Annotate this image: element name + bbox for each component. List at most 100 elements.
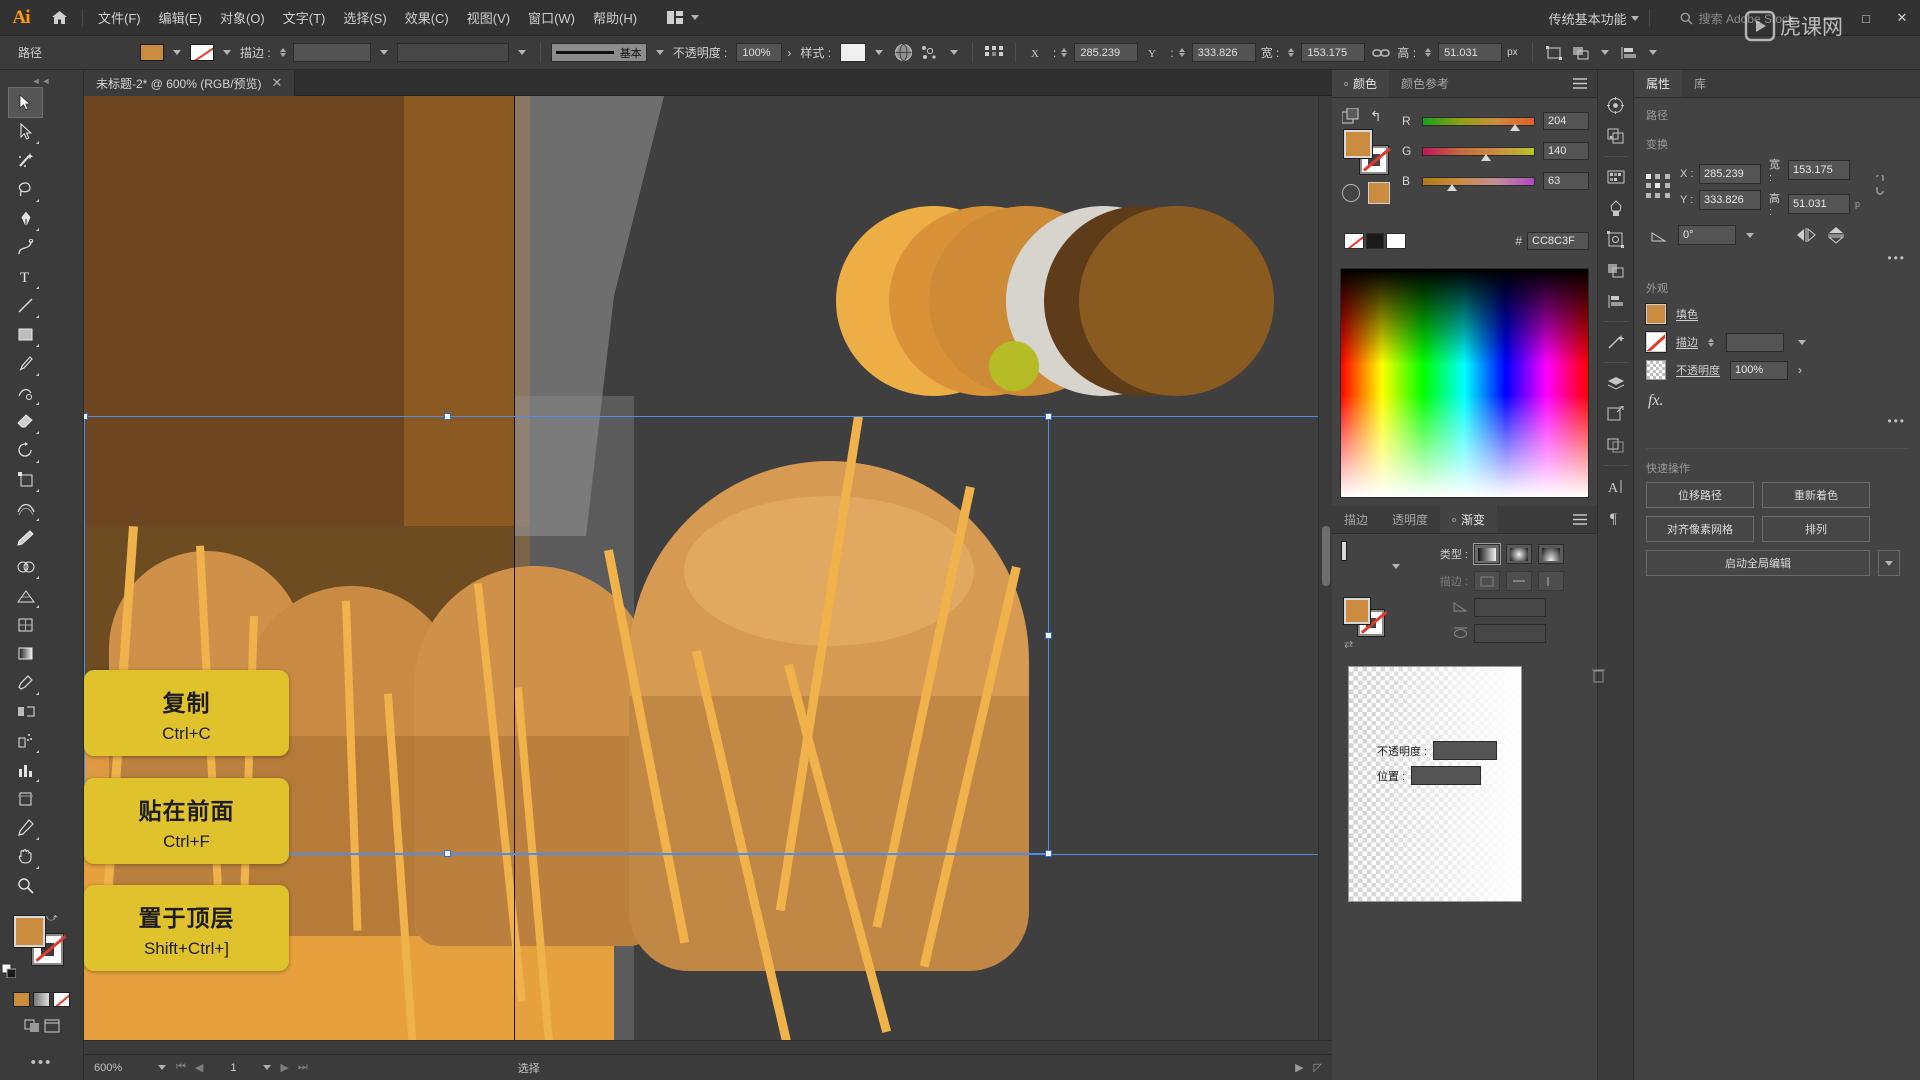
- selection-tool[interactable]: [8, 87, 43, 118]
- canvas-area[interactable]: 复制 Ctrl+C 贴在前面 Ctrl+F 置于顶层 Shift+Ctrl+]: [84, 96, 1332, 1040]
- drawing-mode-icon[interactable]: [24, 1019, 40, 1036]
- arrange-button[interactable]: 排列: [1762, 516, 1870, 542]
- opacity-preview-swatch[interactable]: [1646, 360, 1666, 380]
- delete-gradient-stop-icon[interactable]: [1592, 668, 1605, 686]
- tab-color-guide[interactable]: 颜色参考: [1389, 70, 1461, 97]
- scrollbar-thumb[interactable]: [1322, 526, 1330, 586]
- gradient-aspect-input[interactable]: [1474, 624, 1546, 643]
- slider-thumb[interactable]: [1480, 153, 1491, 161]
- paintbrush-tool[interactable]: [9, 349, 42, 378]
- channel-input-g[interactable]: 140: [1543, 142, 1589, 160]
- first-page-icon[interactable]: ⏮: [176, 1061, 186, 1074]
- graphic-style-swatch[interactable]: [840, 43, 867, 62]
- blend-tool[interactable]: [9, 697, 42, 726]
- menu-window[interactable]: 窗口(W): [519, 4, 584, 31]
- stroke-weight-stepper[interactable]: [279, 48, 286, 57]
- transparency-panel-icon[interactable]: [1601, 255, 1631, 285]
- slider-track-r[interactable]: [1422, 116, 1535, 131]
- workspace-switcher[interactable]: 传统基本功能: [1549, 9, 1627, 28]
- opacity-flyout-icon[interactable]: ›: [787, 46, 791, 60]
- minimize-button[interactable]: —: [1812, 0, 1848, 36]
- close-icon[interactable]: ✕: [272, 75, 283, 91]
- select-similar-icon[interactable]: [919, 42, 941, 64]
- slider-track-b[interactable]: [1422, 176, 1535, 191]
- width-input[interactable]: 153.175: [1301, 43, 1366, 62]
- radial-gradient-button[interactable]: [1506, 544, 1532, 564]
- flip-horizontal-icon[interactable]: [1794, 225, 1818, 245]
- stroke-gradient-along-button[interactable]: [1506, 571, 1532, 591]
- effects-button[interactable]: fx.: [1634, 384, 1920, 412]
- offset-path-button[interactable]: 位移路径: [1646, 482, 1754, 508]
- opacity-flyout-icon[interactable]: ›: [1798, 363, 1802, 377]
- flip-vertical-icon[interactable]: [1824, 225, 1848, 245]
- symbol-sprayer-tool[interactable]: [9, 726, 42, 755]
- height-input[interactable]: 51.031: [1788, 194, 1850, 214]
- zoom-level[interactable]: 600%: [94, 1062, 148, 1074]
- transform-panel-icon[interactable]: [1601, 327, 1631, 357]
- document-tab[interactable]: 未标题-2* @ 600% (RGB/预览) ✕: [84, 70, 296, 96]
- link-ratio-icon[interactable]: [1370, 42, 1392, 64]
- last-color-swatch[interactable]: [1368, 182, 1390, 204]
- slice-tool[interactable]: [9, 813, 42, 842]
- appearance-more-options[interactable]: •••: [1634, 412, 1920, 434]
- black-swatch[interactable]: [1366, 233, 1384, 249]
- x-input[interactable]: 285.239: [1699, 164, 1761, 184]
- asset-export-panel-icon[interactable]: [1601, 399, 1631, 429]
- height-stepper[interactable]: [1425, 48, 1432, 57]
- align-panel-icon[interactable]: [1601, 286, 1631, 316]
- status-next-icon[interactable]: ▶: [1295, 1061, 1303, 1074]
- freeform-gradient-button[interactable]: [1538, 544, 1564, 564]
- magic-wand-tool[interactable]: [9, 146, 42, 175]
- appearance-stroke-swatch[interactable]: [1645, 331, 1667, 353]
- y-input[interactable]: 333.826: [1191, 43, 1256, 62]
- next-page-icon[interactable]: ▶: [280, 1061, 288, 1074]
- fill-label[interactable]: 填色: [1676, 306, 1698, 322]
- zoom-tool[interactable]: [9, 871, 42, 900]
- opacity-input[interactable]: 100%: [1730, 360, 1788, 380]
- rotate-tool[interactable]: [9, 436, 42, 465]
- channel-input-b[interactable]: 63: [1543, 172, 1589, 190]
- toolbar-grip[interactable]: ◄◄: [0, 74, 83, 88]
- document-setup-icon[interactable]: [892, 42, 914, 64]
- white-swatch[interactable]: [1386, 233, 1406, 249]
- current-tool-label[interactable]: 选择: [518, 1060, 540, 1076]
- curvature-tool[interactable]: [9, 233, 42, 262]
- menu-type[interactable]: 文字(T): [274, 4, 335, 31]
- gradient-location-input[interactable]: [1411, 766, 1482, 785]
- toolbar-more-icon[interactable]: •••: [0, 1054, 83, 1071]
- chevron-down-icon[interactable]: [173, 50, 182, 55]
- status-resize-icon[interactable]: ◸: [1314, 1061, 1322, 1074]
- last-page-icon[interactable]: ⏭: [298, 1061, 308, 1074]
- symbols-panel-icon[interactable]: [1601, 224, 1631, 254]
- type-tool[interactable]: T: [9, 262, 42, 291]
- gradient-tool[interactable]: [9, 639, 42, 668]
- toolbar-fill-swatch[interactable]: [13, 915, 46, 948]
- eraser-tool[interactable]: [9, 407, 42, 436]
- none-fill-button[interactable]: [53, 992, 70, 1007]
- start-global-edit-button[interactable]: 启动全局编辑: [1646, 550, 1870, 576]
- chevron-down-icon[interactable]: [1798, 339, 1806, 345]
- height-input[interactable]: 51.031: [1438, 43, 1503, 62]
- chevron-down-icon[interactable]: [1746, 232, 1754, 238]
- slider-track-g[interactable]: [1422, 146, 1535, 161]
- chevron-down-icon[interactable]: [875, 50, 884, 55]
- tab-properties[interactable]: 属性: [1634, 70, 1683, 97]
- chevron-down-icon[interactable]: [263, 1065, 272, 1070]
- color-themes-panel-icon[interactable]: [1601, 121, 1631, 151]
- chevron-down-icon[interactable]: [1648, 50, 1657, 55]
- width-input[interactable]: 153.175: [1788, 160, 1850, 180]
- pen-tool[interactable]: [9, 204, 42, 233]
- swap-fill-stroke-icon[interactable]: ↰: [1370, 108, 1382, 125]
- swatches-panel-icon[interactable]: [1601, 162, 1631, 192]
- align-objects-icon[interactable]: [1618, 42, 1640, 64]
- lasso-tool[interactable]: [9, 175, 42, 204]
- stock-search-input[interactable]: 搜索 Adobe Stock: [1672, 7, 1802, 30]
- screen-mode-icon[interactable]: [44, 1019, 60, 1036]
- channel-input-r[interactable]: 204: [1543, 112, 1589, 130]
- stroke-weight-input[interactable]: [1726, 332, 1784, 352]
- chevron-down-icon[interactable]: [1630, 15, 1639, 21]
- hand-tool[interactable]: [9, 842, 42, 871]
- gradient-fill-button[interactable]: [33, 992, 50, 1007]
- direct-selection-tool[interactable]: [9, 117, 42, 146]
- stroke-weight-stepper[interactable]: [1708, 337, 1714, 347]
